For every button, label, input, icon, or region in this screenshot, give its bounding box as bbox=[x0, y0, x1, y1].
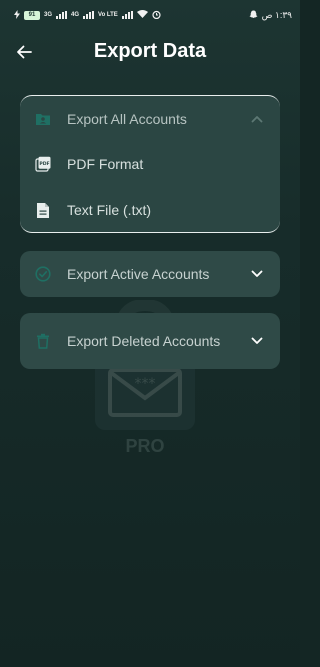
app-bar: Export Data bbox=[0, 30, 300, 78]
chevron-down-icon bbox=[248, 265, 266, 283]
trash-icon bbox=[34, 332, 52, 350]
export-all-accounts-section: Export All Accounts PDF PDF Format Text … bbox=[20, 95, 280, 233]
signal-bars-icon-2 bbox=[83, 11, 95, 19]
network-type-3: Vo LTE bbox=[98, 12, 118, 18]
export-deleted-accounts-label: Export Deleted Accounts bbox=[67, 333, 221, 349]
export-deleted-accounts-section[interactable]: Export Deleted Accounts bbox=[20, 313, 280, 369]
svg-text:PDF: PDF bbox=[39, 161, 49, 167]
text-file-label: Text File (.txt) bbox=[67, 202, 152, 218]
chevron-down-icon bbox=[248, 332, 266, 350]
export-all-accounts-label: Export All Accounts bbox=[67, 110, 187, 127]
pdf-format-label: PDF Format bbox=[67, 156, 144, 172]
export-active-accounts-label: Export Active Accounts bbox=[67, 265, 210, 282]
export-active-accounts-section[interactable]: Export Active Accounts bbox=[20, 251, 280, 297]
alarm-icon bbox=[152, 10, 161, 21]
status-bar: 91 3G 4G Vo LTE ١:٣٩ ص bbox=[0, 0, 300, 30]
text-file-icon bbox=[34, 201, 52, 219]
check-circle-icon bbox=[34, 265, 52, 283]
export-data-screen: 91 3G 4G Vo LTE ١:٣٩ ص Export Data *** P… bbox=[0, 0, 300, 667]
battery-indicator: 91 bbox=[24, 10, 40, 20]
export-all-accounts-header[interactable]: Export All Accounts bbox=[20, 96, 280, 141]
page-title: Export Data bbox=[93, 40, 207, 62]
pdf-icon: PDF bbox=[34, 155, 52, 173]
network-type-2: 4G bbox=[71, 12, 80, 18]
signal-bars-icon-3 bbox=[121, 11, 133, 19]
signal-bars-icon bbox=[56, 11, 68, 19]
pdf-format-option[interactable]: PDF PDF Format bbox=[20, 141, 280, 187]
export-active-accounts-header[interactable]: Export Active Accounts bbox=[20, 251, 280, 296]
status-right: ١:٣٩ ص bbox=[249, 10, 292, 21]
snapchat-icon bbox=[249, 10, 258, 21]
account-box-icon bbox=[34, 110, 52, 128]
export-deleted-accounts-header[interactable]: Export Deleted Accounts bbox=[20, 313, 280, 369]
wifi-icon bbox=[136, 10, 148, 20]
svg-text:***: *** bbox=[135, 376, 156, 392]
status-time: ١:٣٩ ص bbox=[261, 9, 292, 20]
background-logo-text: PRO bbox=[125, 436, 165, 456]
chevron-up-icon bbox=[248, 110, 266, 128]
charging-icon bbox=[14, 9, 20, 21]
network-type-1: 3G bbox=[44, 12, 53, 18]
status-left: 91 3G 4G Vo LTE bbox=[14, 9, 161, 21]
text-file-option[interactable]: Text File (.txt) bbox=[20, 187, 280, 233]
